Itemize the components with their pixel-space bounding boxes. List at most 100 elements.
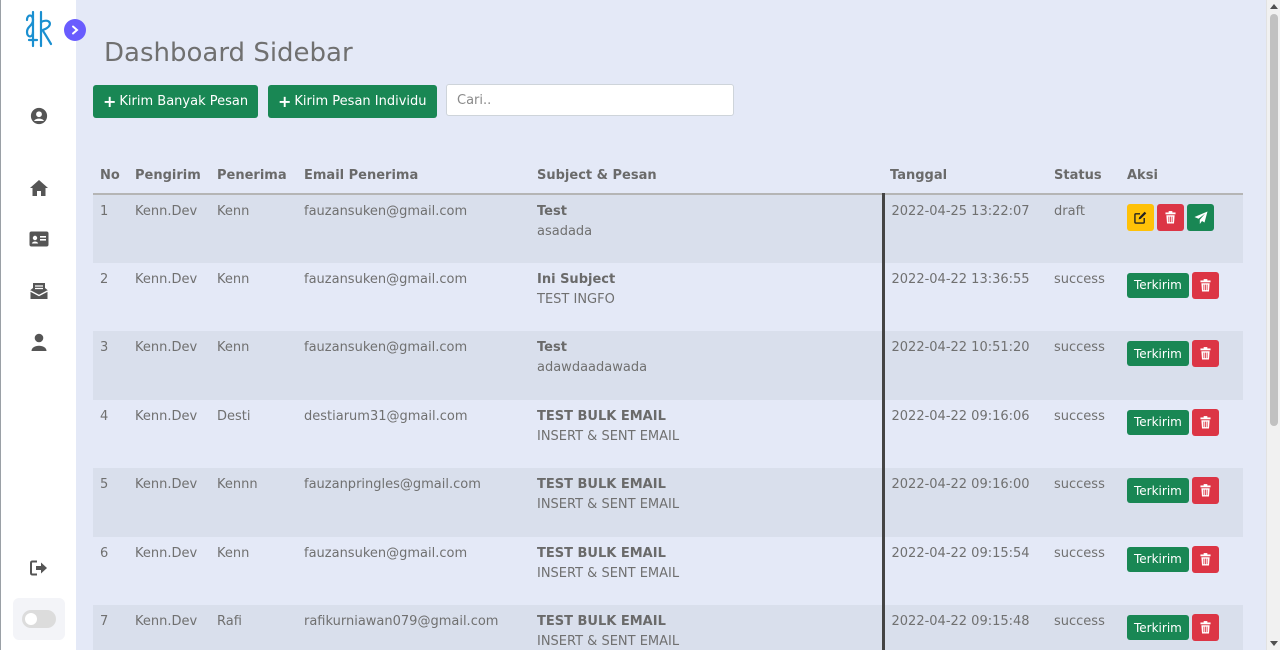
row-date: 2022-04-22 10:51:20	[881, 331, 1047, 400]
search-input[interactable]	[446, 84, 734, 116]
row-sender: Kenn.Dev	[128, 468, 210, 537]
row-sender: Kenn.Dev	[128, 399, 210, 468]
scroll-up-icon[interactable]	[1270, 4, 1278, 9]
row-subject: TEST BULK EMAIL	[537, 614, 666, 629]
table-row: 2 Kenn.Dev Kenn fauzansuken@gmail.com In…	[93, 262, 1243, 331]
trash-icon	[1200, 552, 1211, 565]
id-card-icon[interactable]	[29, 229, 49, 249]
table-header-row: No Pengirim Penerima Email Penerima Subj…	[93, 158, 1243, 195]
delete-button[interactable]	[1191, 340, 1219, 367]
mail-bulk-icon[interactable]	[29, 281, 49, 301]
dark-mode-toggle-container	[13, 598, 65, 640]
delete-button[interactable]	[1191, 545, 1219, 573]
row-subject: Test	[537, 204, 567, 219]
row-email: destiarum31@gmail.com	[297, 399, 530, 468]
row-no: 7	[93, 605, 128, 650]
page-scrollbar[interactable]	[1266, 0, 1280, 650]
row-date: 2022-04-22 09:16:06	[881, 399, 1047, 468]
row-actions: Terkirim	[1120, 262, 1243, 331]
row-message: adawdaadawada	[537, 360, 648, 375]
row-message: INSERT & SENT EMAIL	[537, 565, 680, 581]
sent-button[interactable]: Terkirim	[1127, 409, 1189, 435]
sent-button[interactable]: Terkirim	[1127, 478, 1189, 503]
messages-table: No Pengirim Penerima Email Penerima Subj…	[93, 158, 1243, 650]
page-title: Dashboard Sidebar	[104, 38, 353, 68]
row-message: INSERT & SENT EMAIL	[537, 497, 680, 512]
dark-mode-switch[interactable]	[22, 610, 56, 628]
row-status: draft	[1047, 194, 1120, 263]
header-sender: Pengirim	[128, 158, 210, 195]
chevron-right-icon	[72, 25, 79, 35]
delete-button[interactable]	[1191, 614, 1219, 641]
plus-icon: +	[278, 92, 292, 111]
row-subject: TEST BULK EMAIL	[537, 408, 666, 424]
delete-button[interactable]	[1191, 271, 1219, 299]
row-subject: Ini Subject	[537, 271, 616, 287]
delete-button[interactable]	[1191, 477, 1219, 504]
bulk-send-button[interactable]: + Kirim Banyak Pesan	[93, 85, 259, 118]
row-no: 1	[93, 194, 128, 263]
row-no: 3	[93, 331, 128, 400]
sent-button[interactable]: Terkirim	[1127, 546, 1189, 572]
scroll-thumb[interactable]	[1270, 14, 1278, 426]
sidebar-toggle-button[interactable]	[64, 19, 86, 41]
row-date: 2022-04-22 09:16:00	[881, 468, 1047, 537]
user-circle-icon[interactable]	[29, 106, 49, 126]
table-row: 7 Kenn.Dev Rafi rafikurniawan079@gmail.c…	[93, 605, 1243, 650]
row-recipient: Kenn	[210, 262, 297, 331]
header-recipient: Penerima	[210, 158, 297, 195]
sidebar	[0, 0, 76, 650]
table-row: 5 Kenn.Dev Kennn fauzanpringles@gmail.co…	[93, 468, 1243, 537]
row-message: TEST INGFO	[537, 291, 615, 307]
trash-icon	[1200, 415, 1211, 428]
sent-button[interactable]: Terkirim	[1127, 272, 1189, 298]
row-actions: Terkirim	[1120, 605, 1243, 650]
header-no: No	[93, 158, 128, 195]
trash-icon	[1200, 347, 1211, 360]
table-row: 4 Kenn.Dev Desti destiarum31@gmail.com T…	[93, 399, 1243, 468]
trash-icon	[1200, 621, 1211, 634]
delete-button[interactable]	[1191, 408, 1219, 436]
row-recipient: Kennn	[210, 468, 297, 537]
row-status: success	[1047, 399, 1120, 468]
edit-button[interactable]	[1127, 204, 1154, 231]
header-actions: Aksi	[1120, 158, 1243, 195]
scroll-down-icon[interactable]	[1270, 641, 1278, 646]
row-actions: Terkirim	[1120, 468, 1243, 537]
individual-send-label: Kirim Pesan Individu	[294, 94, 427, 109]
edit-icon	[1134, 211, 1147, 224]
bulk-send-label: Kirim Banyak Pesan	[119, 94, 249, 109]
row-date: 2022-04-25 13:22:07	[881, 194, 1047, 263]
row-recipient: Kenn	[210, 536, 297, 605]
row-subject: TEST BULK EMAIL	[537, 545, 666, 561]
row-date: 2022-04-22 09:15:48	[881, 605, 1047, 650]
row-subject-cell: TEST BULK EMAIL INSERT & SENT EMAIL	[530, 536, 883, 605]
row-subject-cell: TEST BULK EMAIL INSERT & SENT EMAIL	[530, 399, 883, 468]
row-recipient: Desti	[210, 399, 297, 468]
row-sender: Kenn.Dev	[128, 262, 210, 331]
row-subject-cell: Test adawdaadawada	[530, 331, 883, 400]
row-no: 4	[93, 399, 128, 468]
plus-icon: +	[103, 92, 117, 111]
trash-icon	[1200, 278, 1211, 291]
logout-icon[interactable]	[29, 558, 49, 578]
row-sender: Kenn.Dev	[128, 194, 210, 263]
delete-button[interactable]	[1157, 204, 1184, 231]
trash-icon	[1200, 484, 1211, 497]
sent-button[interactable]: Terkirim	[1127, 341, 1189, 366]
row-status: success	[1047, 605, 1120, 650]
row-email: fauzansuken@gmail.com	[297, 536, 530, 605]
row-no: 5	[93, 468, 128, 537]
row-email: fauzanpringles@gmail.com	[297, 468, 530, 537]
table-row: 6 Kenn.Dev Kenn fauzansuken@gmail.com TE…	[93, 536, 1243, 605]
home-icon[interactable]	[29, 178, 49, 198]
user-icon[interactable]	[29, 332, 49, 352]
sent-button[interactable]: Terkirim	[1127, 615, 1189, 640]
row-subject: TEST BULK EMAIL	[537, 477, 666, 492]
send-button[interactable]	[1187, 204, 1214, 231]
row-email: fauzansuken@gmail.com	[297, 194, 530, 263]
header-email: Email Penerima	[297, 158, 530, 195]
row-sender: Kenn.Dev	[128, 331, 210, 400]
individual-send-button[interactable]: + Kirim Pesan Individu	[268, 85, 437, 118]
row-date: 2022-04-22 13:36:55	[881, 262, 1047, 331]
